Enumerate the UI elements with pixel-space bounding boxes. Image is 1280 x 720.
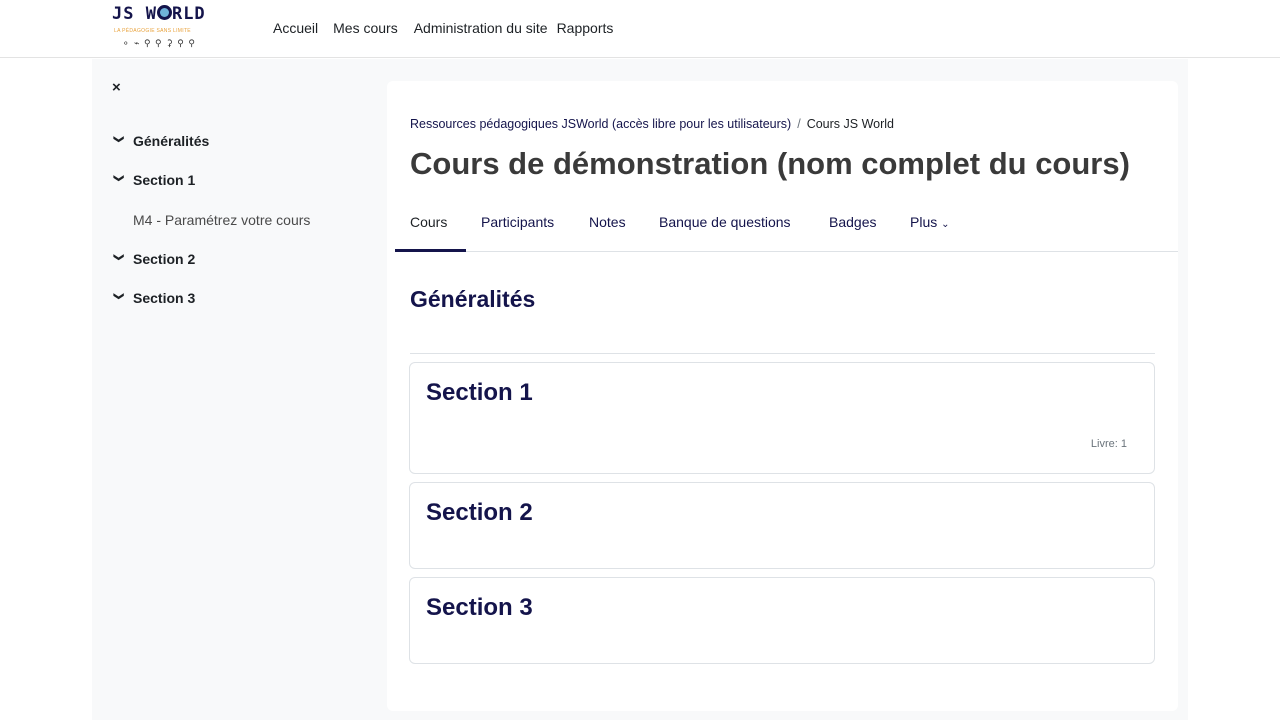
sport-figures-icon: ⚬ ⌁ ⚲ ⚲ ⚳ ⚲ ⚲ — [122, 38, 196, 48]
page-title: Cours de démonstration (nom complet du c… — [410, 146, 1130, 181]
section-title[interactable]: Section 3 — [426, 594, 533, 622]
index-item-label: Section 2 — [133, 251, 196, 267]
chevron-down-icon[interactable]: ❯ — [113, 253, 124, 266]
section-card-3: Section 3 — [409, 577, 1155, 664]
close-drawer-icon[interactable]: × — [112, 79, 121, 96]
activity-count: Livre: 1 — [1090, 438, 1127, 450]
chevron-down-icon[interactable]: ❯ — [113, 174, 124, 187]
nav-link-administration[interactable]: Administration du site — [414, 20, 548, 36]
primary-navigation: Accueil Mes cours Administration du site… — [273, 20, 621, 36]
active-tab-indicator — [395, 249, 466, 252]
section-divider — [410, 353, 1155, 354]
tab-plus-label: Plus — [910, 214, 938, 230]
tab-notes[interactable]: Notes — [589, 214, 626, 230]
globe-icon — [156, 5, 172, 20]
course-tabs: Cours Participants Notes Banque de quest… — [395, 201, 1178, 252]
tab-cours[interactable]: Cours — [410, 214, 447, 230]
tab-badges[interactable]: Badges — [829, 214, 876, 230]
nav-link-rapports[interactable]: Rapports — [557, 20, 614, 36]
nav-link-mes-cours[interactable]: Mes cours — [333, 20, 398, 36]
breadcrumb-parent-link[interactable]: Ressources pédagogiques JSWorld (accès l… — [410, 117, 791, 131]
course-content-card: Ressources pédagogiques JSWorld (accès l… — [387, 81, 1178, 711]
chevron-down-icon[interactable]: ❯ — [113, 292, 124, 305]
index-item-label: Section 3 — [133, 290, 196, 306]
index-item-section-1[interactable]: ❯ Section 1 — [112, 172, 195, 188]
index-item-label: Généralités — [133, 133, 210, 149]
section-card-1: Section 1 Livre: 1 — [409, 362, 1155, 474]
chevron-down-icon[interactable]: ❯ — [113, 135, 124, 148]
top-navbar: JS W RLD LA PÉDAGOGIE SANS LIMITE ⚬ ⌁ ⚲ ⚲… — [0, 0, 1280, 58]
nav-link-accueil[interactable]: Accueil — [273, 20, 318, 36]
tab-participants[interactable]: Participants — [481, 214, 554, 230]
logo-tagline: LA PÉDAGOGIE SANS LIMITE — [114, 28, 191, 34]
section-title[interactable]: Section 1 — [426, 379, 533, 407]
tab-plus[interactable]: Plus ⌄ — [910, 214, 950, 230]
section-card-2: Section 2 — [409, 482, 1155, 569]
index-item-section-2[interactable]: ❯ Section 2 — [112, 251, 195, 267]
site-logo[interactable]: JS W RLD LA PÉDAGOGIE SANS LIMITE ⚬ ⌁ ⚲ ⚲… — [112, 4, 232, 52]
breadcrumb: Ressources pédagogiques JSWorld (accès l… — [410, 117, 894, 131]
section-title-generalites[interactable]: Généralités — [410, 286, 535, 313]
tab-banque-de-questions[interactable]: Banque de questions — [659, 214, 791, 230]
course-index-drawer: × ❯ Généralités ❯ Section 1 M4 - Paramét… — [92, 59, 387, 720]
index-item-label: Section 1 — [133, 172, 196, 188]
breadcrumb-separator: / — [797, 117, 801, 131]
section-title[interactable]: Section 2 — [426, 499, 533, 527]
chevron-down-icon: ⌄ — [941, 219, 950, 230]
logo-wordmark: JS W RLD — [112, 4, 206, 24]
breadcrumb-current[interactable]: Cours JS World — [807, 117, 894, 131]
index-item-m4-parametrez[interactable]: M4 - Paramétrez votre cours — [133, 212, 310, 228]
index-item-generalites[interactable]: ❯ Généralités — [112, 133, 209, 149]
index-item-section-3[interactable]: ❯ Section 3 — [112, 290, 195, 306]
